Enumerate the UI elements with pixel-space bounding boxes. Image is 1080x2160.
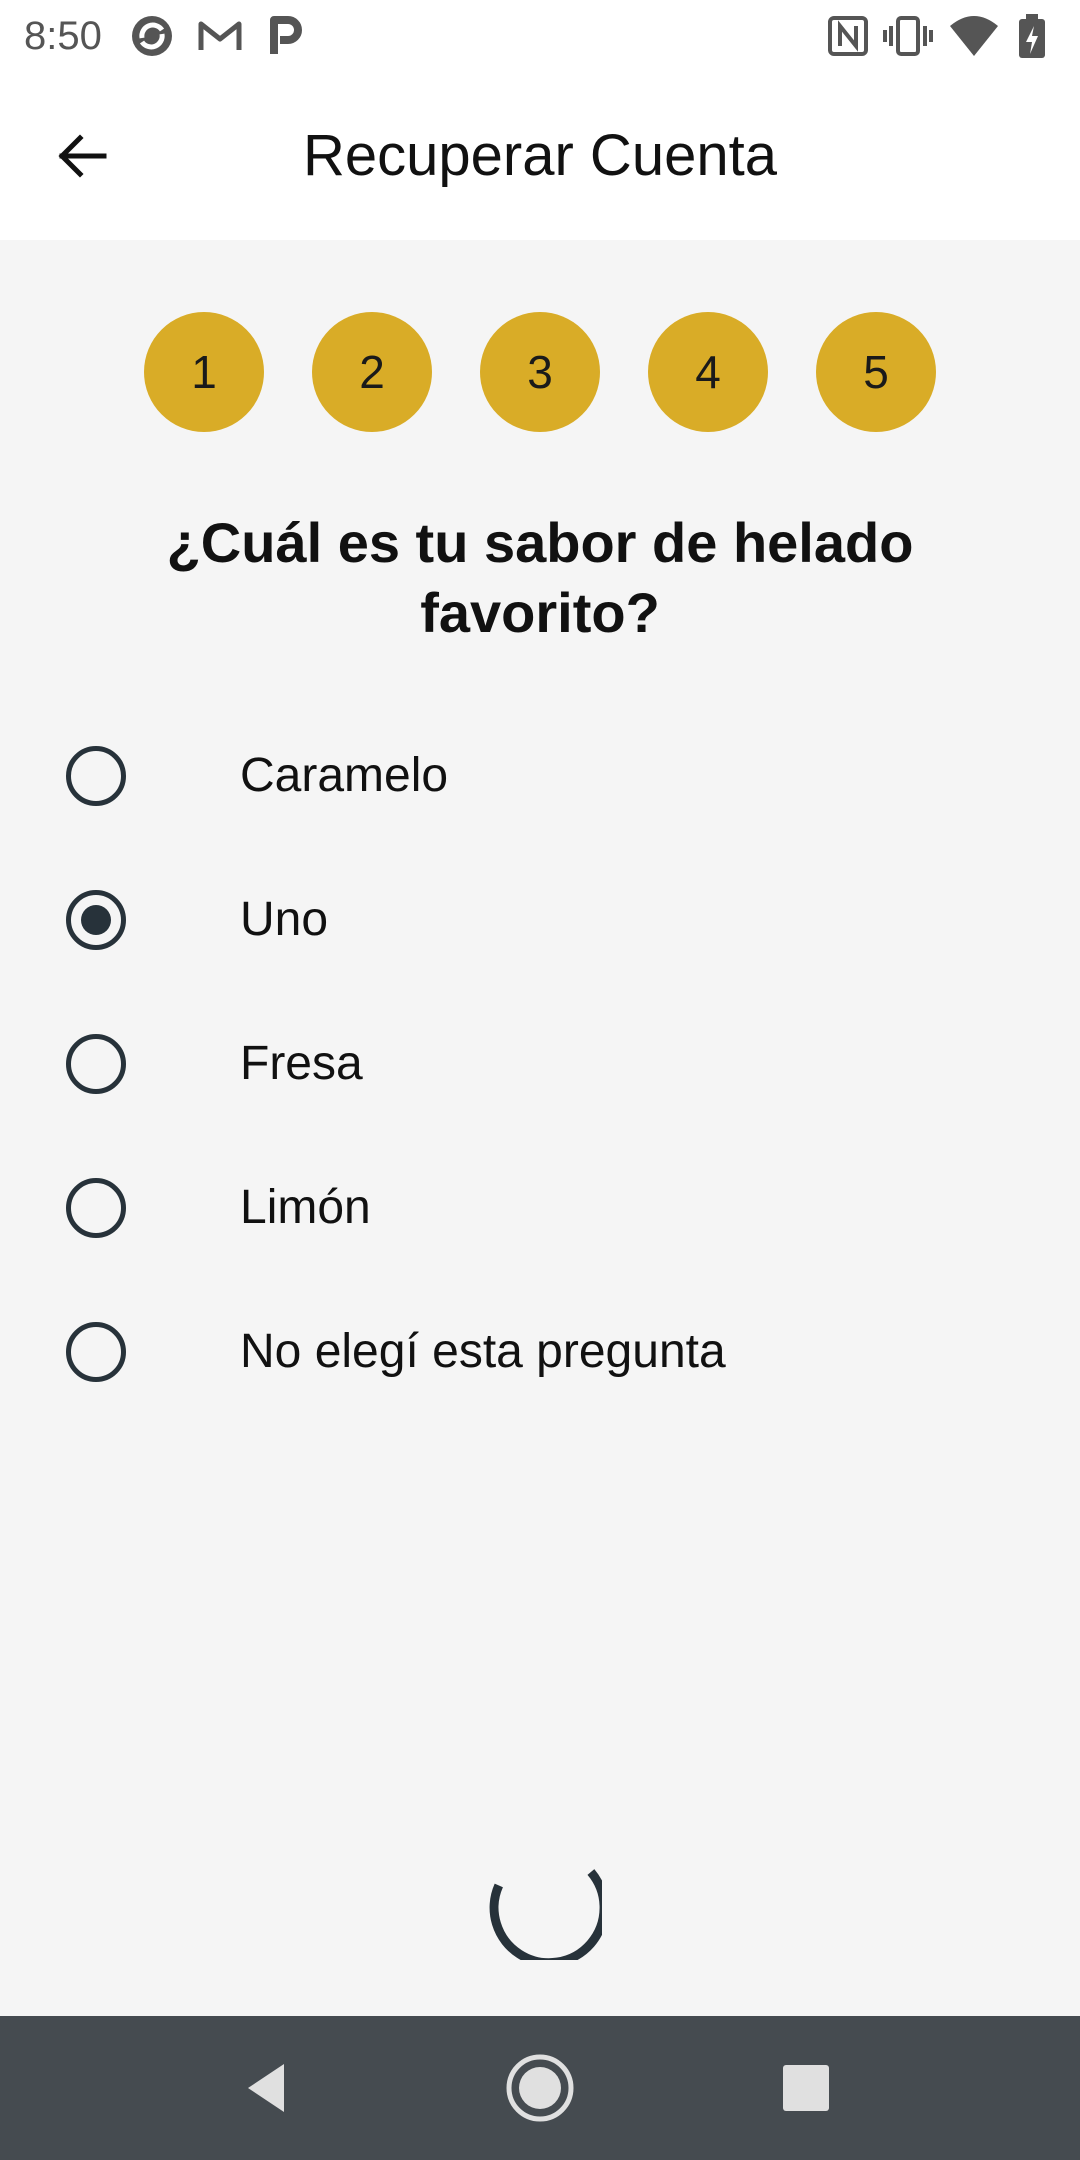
radio-button[interactable] <box>66 1034 126 1094</box>
step-4[interactable]: 4 <box>648 312 768 432</box>
option-label: Fresa <box>240 1037 363 1090</box>
option-label: Limón <box>240 1181 371 1234</box>
radio-button-selected[interactable] <box>66 890 126 950</box>
nav-home-button[interactable] <box>498 2046 582 2130</box>
radio-button[interactable] <box>66 1178 126 1238</box>
option-uno[interactable]: Uno <box>0 848 1080 992</box>
navigation-bar <box>0 2016 1080 2160</box>
option-fresa[interactable]: Fresa <box>0 992 1080 1136</box>
pandora-icon <box>270 16 302 54</box>
gmail-icon <box>198 21 242 50</box>
option-label: Caramelo <box>240 749 449 802</box>
home-circle-icon <box>506 2054 574 2122</box>
battery-icon <box>1019 14 1045 58</box>
sync-icon <box>132 16 172 56</box>
loading-spinner-icon <box>489 1869 602 1960</box>
radio-button[interactable] <box>66 746 126 806</box>
security-question: ¿Cuál es tu sabor de helado favorito? <box>166 511 914 644</box>
step-1[interactable]: 1 <box>144 312 264 432</box>
radio-dot <box>81 905 111 935</box>
nav-back-button[interactable] <box>228 2046 312 2130</box>
step-5[interactable]: 5 <box>816 312 936 432</box>
status-time: 8:50 <box>24 14 102 58</box>
option-label: No elegí esta pregunta <box>240 1325 726 1378</box>
nfc-icon <box>828 16 868 56</box>
step-indicator: 1 2 3 4 5 <box>0 312 1080 432</box>
option-label: Uno <box>240 893 329 946</box>
page-title: Recuperar Cuenta <box>303 123 777 188</box>
option-caramelo[interactable]: Caramelo <box>0 704 1080 848</box>
app-bar: Recuperar Cuenta <box>0 72 1080 240</box>
option-no-elegi[interactable]: No elegí esta pregunta <box>0 1280 1080 1424</box>
back-triangle-icon <box>248 2064 284 2112</box>
step-3[interactable]: 3 <box>480 312 600 432</box>
recents-square-icon <box>783 2065 829 2111</box>
radio-button[interactable] <box>66 1322 126 1382</box>
step-2[interactable]: 2 <box>312 312 432 432</box>
status-bar: 8:50 <box>0 0 1080 72</box>
option-limon[interactable]: Limón <box>0 1136 1080 1280</box>
vibrate-icon <box>883 16 933 56</box>
wifi-icon <box>950 16 998 56</box>
nav-recents-button[interactable] <box>764 2046 848 2130</box>
